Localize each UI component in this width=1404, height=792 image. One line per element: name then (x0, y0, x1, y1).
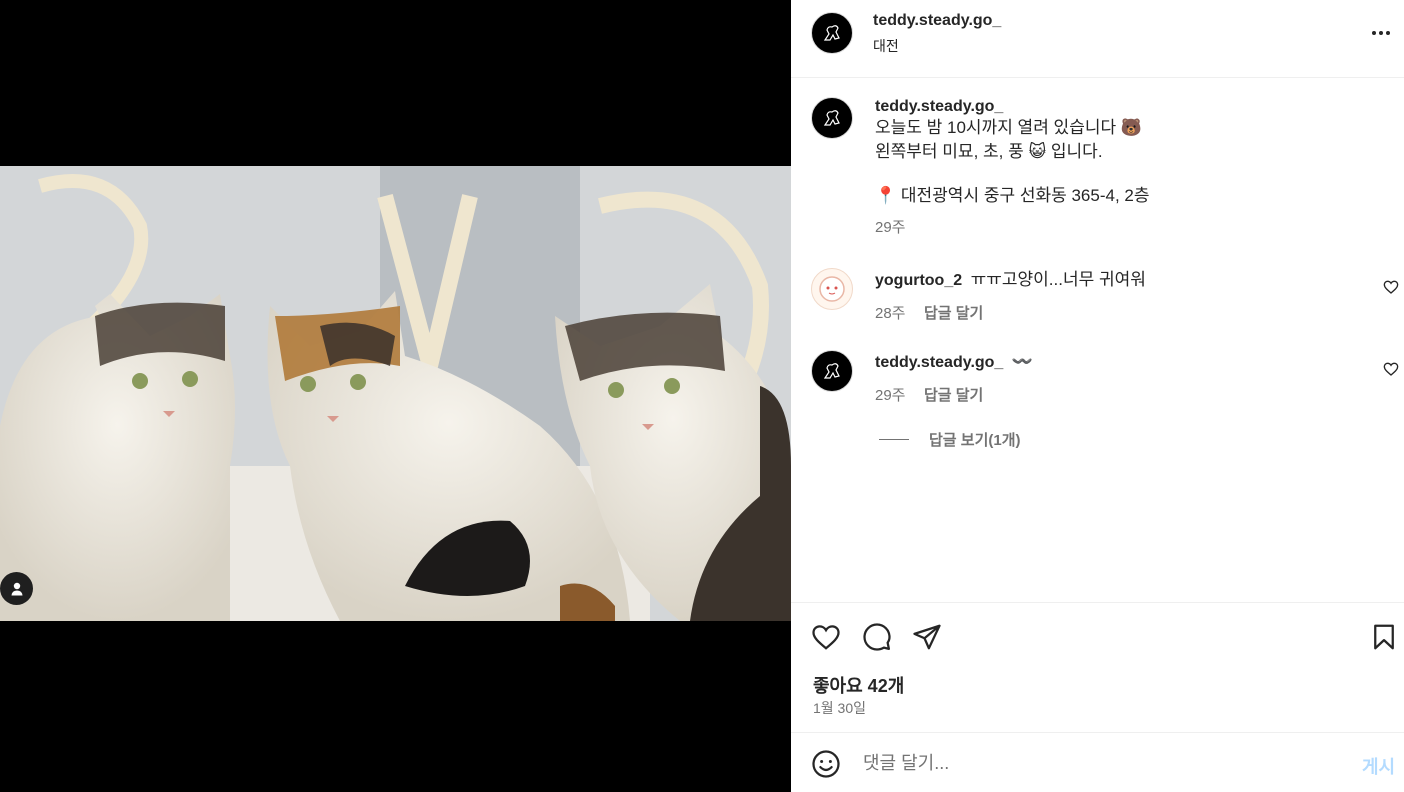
emoji-button[interactable] (811, 749, 841, 779)
post-actions: 좋아요 42개 1월 30일 (791, 602, 1404, 733)
comment-2: teddy.steady.go_ 〰️ 29주 답글 달기 답글 보기(1개) (875, 350, 1345, 450)
comment-1: yogurtoo_2 ㅠㅠ고양이...너무 귀여워 28주 답글 달기 (875, 268, 1345, 323)
commenter-avatar[interactable] (811, 350, 853, 392)
comment-age[interactable]: 29주 (875, 387, 906, 404)
emoji-icon (812, 750, 840, 778)
reply-button[interactable]: 답글 달기 (924, 387, 983, 404)
caption-username[interactable]: teddy.steady.go_ (875, 98, 1375, 116)
post-photo[interactable] (0, 166, 791, 621)
header-username[interactable]: teddy.steady.go_ (873, 12, 1001, 30)
caption-block: teddy.steady.go_ 오늘도 밤 10시까지 열려 있습니다 🐻 왼… (875, 98, 1375, 237)
avatar[interactable] (811, 12, 853, 54)
comment-like-icon[interactable] (1383, 279, 1399, 295)
user-tag-button[interactable] (0, 572, 33, 605)
post-comment-button[interactable]: 게시 (1362, 753, 1395, 779)
heart-icon (812, 625, 840, 650)
caption-avatar[interactable] (811, 97, 853, 139)
likes-count[interactable]: 좋아요 42개 (813, 672, 904, 698)
commenter-avatar[interactable] (811, 268, 853, 310)
comment-username[interactable]: yogurtoo_2 (875, 272, 962, 289)
user-tag-icon (11, 582, 22, 595)
view-replies-label: 답글 보기(1개) (929, 432, 1021, 449)
caption-line-1: 오늘도 밤 10시까지 열려 있습니다 🐻 (875, 118, 1143, 137)
like-button[interactable] (809, 620, 843, 654)
comment-text: 〰️ (1011, 352, 1033, 371)
caption-address: 📍 대전광역시 중구 선화동 365-4, 2층 (875, 186, 1150, 205)
divider (879, 439, 909, 440)
post-header: teddy.steady.go_ 대전 (791, 0, 1404, 78)
post-side-pane: teddy.steady.go_ 대전 teddy.steady.go_ 오늘도… (791, 0, 1404, 792)
caption-age[interactable]: 29주 (875, 216, 1375, 237)
comment-icon (863, 623, 891, 651)
send-icon (913, 624, 941, 650)
media-pane (0, 0, 791, 792)
header-location[interactable]: 대전 (873, 36, 899, 56)
teddy-logo-icon (823, 25, 840, 41)
post-date[interactable]: 1월 30일 (813, 698, 866, 718)
comment-age[interactable]: 28주 (875, 305, 906, 322)
save-button[interactable] (1367, 620, 1401, 654)
character-avatar-icon (819, 276, 845, 302)
more-icon[interactable] (1369, 24, 1393, 42)
comments-list: teddy.steady.go_ 오늘도 밤 10시까지 열려 있습니다 🐻 왼… (791, 78, 1404, 602)
comment-input[interactable] (863, 749, 1333, 777)
bookmark-icon (1374, 624, 1394, 650)
reply-button[interactable]: 답글 달기 (924, 305, 983, 322)
comment-username[interactable]: teddy.steady.go_ (875, 354, 1003, 371)
comment-text: ㅠㅠ고양이...너무 귀여워 (970, 270, 1146, 289)
teddy-logo-icon (823, 110, 840, 126)
share-button[interactable] (910, 620, 944, 654)
comment-button[interactable] (860, 620, 894, 654)
comment-like-icon[interactable] (1383, 361, 1399, 377)
teddy-logo-icon (823, 363, 840, 379)
comment-composer: 게시 (791, 733, 1404, 792)
caption-line-2: 왼쪽부터 미묘, 초, 풍 😺 입니다. (875, 142, 1103, 161)
view-replies-button[interactable]: 답글 보기(1개) (879, 429, 1345, 450)
